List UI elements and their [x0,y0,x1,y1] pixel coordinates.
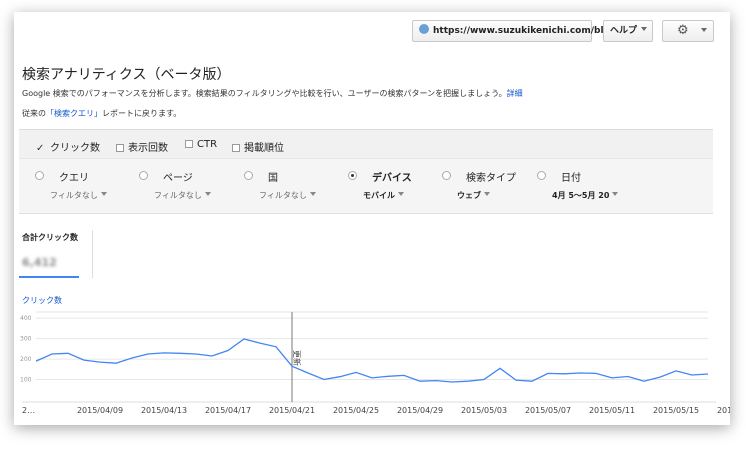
legacy-prefix: 従来の [22,109,46,118]
clicks-series-line [35,338,709,383]
x-tick-label: 2015/04/29 [397,406,443,415]
metric-label: CTR [197,139,218,150]
x-tick-label: 2015/04/13 [141,406,187,415]
x-tick-label: 2015/04/25 [333,406,379,415]
total-clicks-label: 合計クリック数 [22,233,78,242]
x-tick-label: 2015/05/19 [717,406,730,415]
radio-button[interactable] [139,171,148,180]
legacy-suffix: レポートに戻ります。 [102,109,182,118]
chevron-down-icon [398,192,404,196]
radio-button[interactable] [244,171,253,180]
search-console-panel: https://www.suzukikenichi.com/blog/ ヘルプ … [14,12,730,425]
radio-button[interactable] [35,171,44,180]
x-tick-label: 2015/05/11 [589,406,635,415]
checkmark-icon: ✓ [36,143,45,154]
y-tick-label: 200 [20,356,32,363]
dimension-filter[interactable]: フィルタなし [154,190,211,201]
x-tick-label: 2015/04/21 [269,406,315,415]
x-tick-label: 2015/05/03 [461,406,507,415]
gear-icon: ⚙ [677,23,689,38]
clicks-line-chart: 400 300 200 100 2… 2015/04/09 2015/04/13 2015/0… [20,311,730,415]
x-tick-label: 2015/04/17 [205,406,251,415]
dimension-label: クエリ [59,173,89,184]
chevron-down-icon [641,27,648,31]
dimension-filter[interactable]: フィルタなし [50,190,107,201]
checkbox[interactable] [116,144,124,152]
metric-clicks[interactable]: ✓ クリック数 [36,139,100,154]
dimension-label: 国 [268,173,278,184]
legacy-report-link[interactable]: 「検索クエリ」 [46,109,102,118]
dimension-filter[interactable]: 4月 5〜5月 20 [552,190,619,201]
annotation-label: 更新 [292,350,302,366]
x-tick-label: 2015/04/09 [77,406,123,415]
y-tick-label: 100 [20,377,32,384]
site-selector[interactable]: https://www.suzukikenichi.com/blog/ [412,20,630,42]
checkbox[interactable] [232,144,240,152]
x-tick-label: 2… [22,406,35,415]
dimension-label: 日付 [561,173,581,184]
metric-ctr[interactable]: CTR [185,139,217,150]
chart-title: クリック数 [22,296,62,305]
x-tick-label: 2015/05/07 [525,406,571,415]
help-dropdown[interactable]: ヘルプ [603,20,653,42]
y-tick-label: 400 [20,315,32,322]
dimension-filter[interactable]: モバイル [363,190,404,201]
total-clicks-value: 6,412 [22,256,57,269]
metric-label: クリック数 [50,143,100,154]
y-tick-label: 300 [20,336,32,343]
chevron-down-icon [309,192,316,196]
dimension-selector: クエリ フィルタなし ページ フィルタなし 国 フィルタなし デバイス モバイル… [19,159,713,214]
dimension-filter[interactable]: フィルタなし [259,190,316,201]
metric-label: 表示回数 [128,143,168,154]
top-bar: https://www.suzukikenichi.com/blog/ ヘルプ … [14,12,730,50]
chevron-down-icon [612,192,619,196]
x-tick-label: 2015/05/15 [653,406,699,415]
radio-button[interactable] [537,171,546,180]
description-text: Google 検索でのパフォーマンスを分析します。検索結果のフィルタリングや比較… [22,89,507,98]
page-description: Google 検索でのパフォーマンスを分析します。検索結果のフィルタリングや比較… [22,88,523,99]
metric-position[interactable]: 掲載順位 [232,139,284,154]
total-clicks-underline [19,276,79,278]
dimension-label: ページ [163,173,193,184]
checkbox[interactable] [185,140,193,148]
help-label: ヘルプ [610,26,638,36]
legacy-report-note: 従来の「検索クエリ」レポートに戻ります。 [22,108,181,119]
site-url: https://www.suzukikenichi.com/blog/ [433,26,620,36]
details-link[interactable]: 詳細 [507,89,523,98]
radio-button[interactable] [442,171,451,180]
metric-selector: ✓ クリック数 表示回数 CTR 掲載順位 [19,129,713,159]
chevron-down-icon [100,192,107,196]
metric-label: 掲載順位 [244,143,284,154]
globe-icon [419,24,429,34]
radio-button-selected[interactable] [348,171,357,180]
chevron-down-icon [700,28,707,32]
dimension-label: デバイス [372,173,412,184]
chevron-down-icon [204,192,211,196]
summary-divider [92,230,93,278]
settings-dropdown[interactable]: ⚙ [662,20,714,42]
dimension-filter[interactable]: ウェブ [457,190,490,201]
page-title: 検索アナリティクス（ベータ版） [22,67,231,83]
chevron-down-icon [484,192,490,196]
metric-impressions[interactable]: 表示回数 [116,139,168,154]
dimension-label: 検索タイプ [466,173,516,184]
